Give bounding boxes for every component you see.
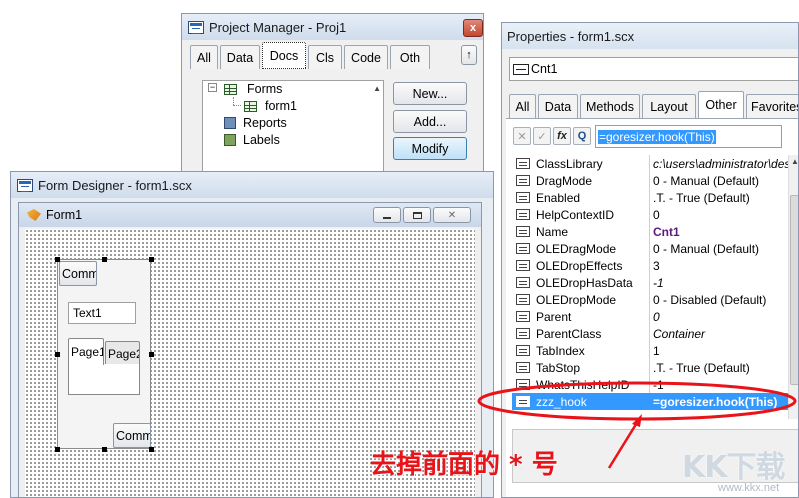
- annotation-text: 去掉前面的 * 号: [370, 450, 558, 480]
- watermark-url: www.kkx.net: [718, 482, 780, 494]
- annotation-arrow-line: [607, 420, 640, 469]
- tab-page1[interactable]: Page1: [68, 338, 104, 365]
- tab-other[interactable]: Other: [698, 91, 744, 118]
- annotation-ellipse: [477, 381, 797, 421]
- watermark-logo: KK下载 www.kkx.net: [682, 442, 796, 498]
- annotation-overlay: [477, 381, 797, 469]
- tab-docs[interactable]: Docs: [262, 42, 306, 69]
- watermark-brand: KK下载: [682, 450, 785, 485]
- annotation-arrowhead: [632, 414, 642, 427]
